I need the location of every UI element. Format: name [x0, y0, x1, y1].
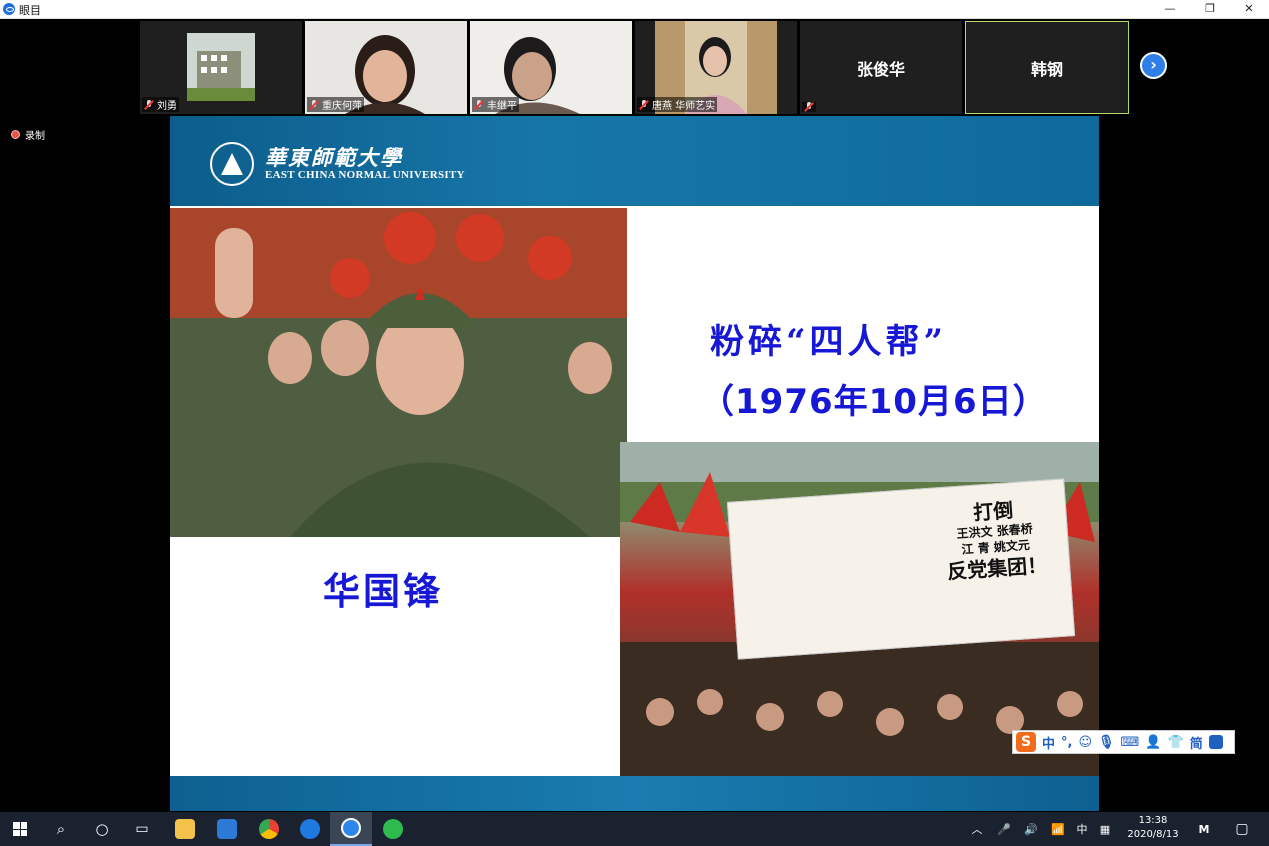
clock-time: 13:38 — [1138, 815, 1168, 826]
participant-tile[interactable]: 重庆何萍 — [305, 21, 467, 114]
record-dot-icon — [11, 130, 20, 139]
participant-name: 重庆何萍 — [307, 97, 364, 112]
ime-mode-toggle[interactable]: 中 — [1042, 733, 1055, 752]
minimize-button[interactable]: — — [1150, 0, 1190, 19]
notification-center-icon[interactable]: ▢ — [1228, 812, 1256, 846]
start-button[interactable] — [0, 812, 40, 846]
shared-slide: 華東師範大學 EAST CHINA NORMAL UNIVERSITY 华国锋 … — [170, 116, 1099, 811]
photo-illustration — [170, 208, 627, 537]
meeting-app-icon[interactable] — [330, 812, 372, 846]
wechat-icon[interactable] — [372, 812, 414, 846]
participant-name: 丰继平 — [472, 97, 519, 112]
historical-photo-left — [170, 208, 627, 537]
participant-tile-active-speaker[interactable]: 韩钢 — [965, 21, 1129, 114]
mail-icon[interactable] — [206, 812, 248, 846]
volume-icon[interactable]: 🔊 — [1020, 812, 1042, 846]
participant-tile[interactable]: 丰继平 — [470, 21, 632, 114]
voice-icon[interactable]: 🎙 — [1098, 735, 1115, 750]
participant-tile[interactable]: 刘勇 — [140, 21, 302, 114]
mic-muted-icon — [309, 99, 319, 110]
taskbar-clock[interactable]: 13:38 2020/8/13 — [1122, 814, 1184, 842]
left-caption: 华国锋 — [323, 569, 443, 613]
participant-name: 唐燕 华师艺实 — [637, 97, 718, 112]
participant-strip: 刘勇 重庆何萍 丰继平 唐燕 华师艺实 张俊华 韩钢 — [140, 21, 1130, 114]
university-name-en: EAST CHINA NORMAL UNIVERSITY — [265, 169, 465, 181]
emoji-icon[interactable]: ☺ — [1078, 735, 1092, 750]
slide-title: 粉碎“四人帮” — [710, 322, 948, 362]
slide-footer — [170, 776, 1099, 811]
windows-logo-icon — [13, 822, 27, 836]
record-label: 录制 — [25, 131, 45, 142]
ime-toolbar[interactable]: S 中 °, ☺ 🎙 ⌨ 👤 👕 简 — [1012, 730, 1235, 754]
protest-poster: 打倒 王洪文 张春桥 江 青 姚文元 反党集团！ — [726, 478, 1076, 660]
participant-tile[interactable]: 张俊华 — [800, 21, 962, 114]
mic-muted-icon — [804, 102, 814, 112]
ime-simplified-toggle[interactable]: 简 — [1190, 733, 1203, 752]
mic-muted-icon — [639, 99, 649, 110]
slide-header: 華東師範大學 EAST CHINA NORMAL UNIVERSITY — [170, 116, 1099, 206]
ime-keyboard-icon[interactable]: ▦ — [1096, 812, 1114, 846]
network-icon[interactable]: 📶 — [1048, 812, 1068, 846]
show-hidden-icons-icon[interactable]: ︿ — [966, 812, 988, 846]
university-name-cn: 華東師範大學 — [265, 145, 403, 170]
recording-indicator[interactable]: 录制 — [11, 127, 45, 142]
input-language-indicator[interactable]: 中 — [1073, 812, 1091, 846]
slide-date: （1976年10月6日） — [700, 382, 1048, 422]
restore-button[interactable]: ❐ — [1190, 0, 1230, 19]
university-emblem-icon — [210, 142, 254, 186]
title-bar: 眼目 — ❐ ✕ — [0, 0, 1269, 19]
user-icon[interactable]: 👤 — [1145, 735, 1161, 750]
grid-menu-icon[interactable] — [1208, 735, 1223, 749]
keyboard-icon[interactable]: ⌨ — [1121, 735, 1140, 750]
microphone-icon[interactable]: 🎤 — [994, 812, 1014, 846]
clock-date: 2020/8/13 — [1127, 829, 1179, 840]
taskbar: ⌕ ○ ▭ ︿ 🎤 🔊 📶 中 ▦ M ▢ — [0, 812, 1269, 846]
chrome-icon[interactable] — [248, 812, 290, 846]
file-explorer-icon[interactable] — [164, 812, 206, 846]
app-logo-icon — [3, 3, 15, 15]
window-title: 眼目 — [19, 4, 41, 17]
search-icon[interactable]: ⌕ — [41, 812, 81, 846]
mic-muted-icon — [144, 99, 154, 110]
meet-tray-icon[interactable]: M — [1192, 812, 1216, 846]
participant-display-name: 韩钢 — [1030, 59, 1063, 79]
mic-muted-icon — [474, 99, 484, 110]
participant-name: 刘勇 — [142, 97, 179, 112]
cortana-icon[interactable]: ○ — [82, 812, 122, 846]
ime-punctuation-toggle[interactable]: °, — [1061, 735, 1072, 750]
building-avatar — [187, 33, 255, 101]
sogou-logo-icon[interactable]: S — [1016, 732, 1036, 752]
skin-icon[interactable]: 👕 — [1168, 735, 1184, 750]
next-page-button[interactable]: › — [1140, 52, 1167, 79]
participant-tile[interactable]: 唐燕 华师艺实 — [635, 21, 797, 114]
participant-display-name: 张俊华 — [856, 59, 905, 79]
historical-photo-right: 打倒 王洪文 张春桥 江 青 姚文元 反党集团！ — [620, 442, 1099, 776]
task-view-icon[interactable]: ▭ — [122, 812, 162, 846]
close-button[interactable]: ✕ — [1229, 0, 1269, 19]
participant-name — [802, 102, 816, 112]
poster-text: 打倒 王洪文 张春桥 江 青 姚文元 反党集团！ — [946, 498, 1048, 584]
edge-icon[interactable] — [290, 812, 330, 846]
